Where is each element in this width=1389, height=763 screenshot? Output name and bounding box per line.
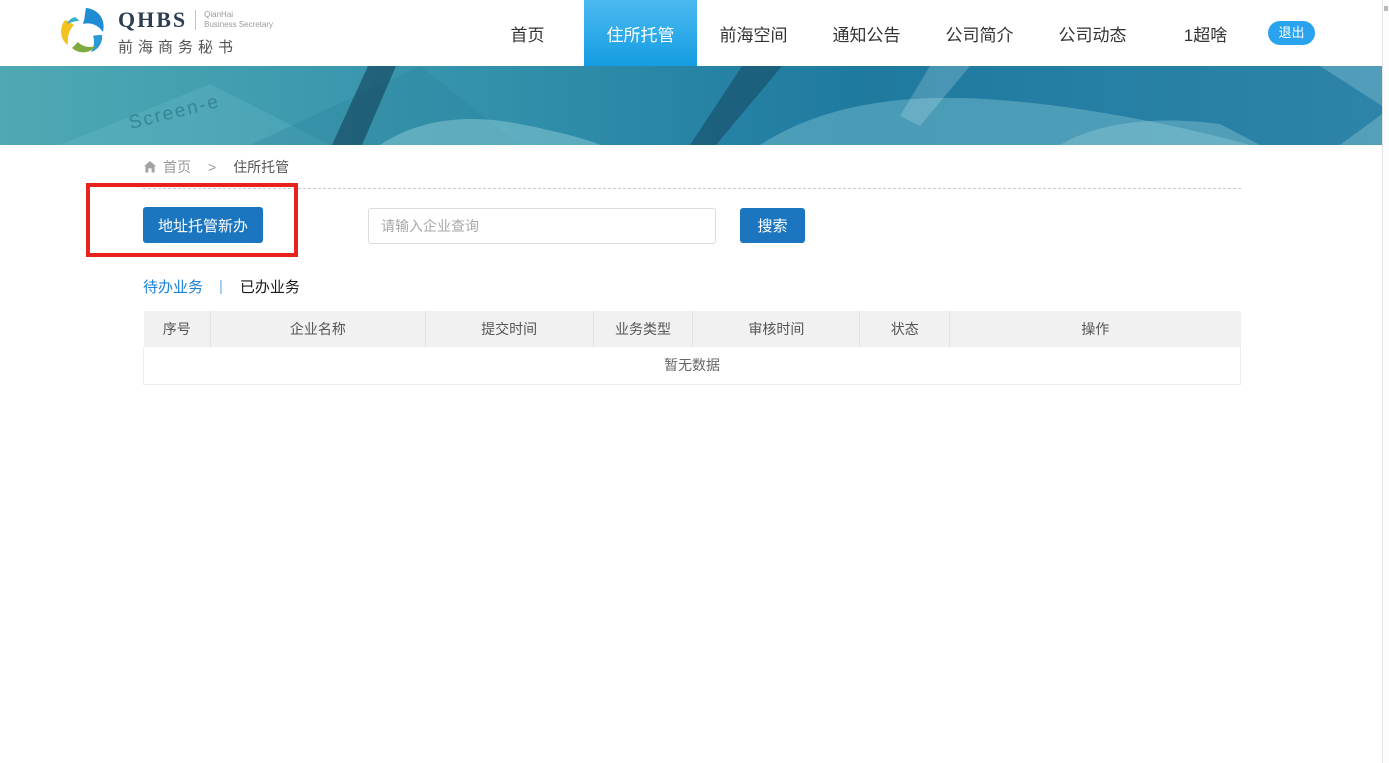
table-row: 暂无数据 [144,347,1241,384]
nav-item-username[interactable]: 1超啥 [1149,0,1262,66]
nav-item-qianhai-space[interactable]: 前海空间 [697,0,810,66]
logo[interactable]: QHBS QianHai Business Secretary 前海商务秘书 [58,7,273,57]
nav-item-company-profile[interactable]: 公司简介 [923,0,1036,66]
new-address-hosting-button[interactable]: 地址托管新办 [143,207,263,243]
col-review-time: 审核时间 [693,311,860,347]
page: QHBS QianHai Business Secretary 前海商务秘书 首… [0,0,1389,763]
logo-abbr: QHBS [118,7,187,33]
tab-pending-business[interactable]: 待办业务 [143,276,203,297]
breadcrumb-home[interactable]: 首页 [163,157,191,177]
tab-done-business[interactable]: 已办业务 [240,276,300,297]
logo-swirl-icon [58,7,110,57]
col-actions: 操作 [950,311,1241,347]
nav-item-home[interactable]: 首页 [471,0,584,66]
nav-item-residence-hosting[interactable]: 住所托管 [584,0,697,66]
business-table: 序号 企业名称 提交时间 业务类型 审核时间 状态 操作 暂无数据 [143,311,1241,385]
top-header: QHBS QianHai Business Secretary 前海商务秘书 首… [0,0,1382,66]
main-nav: 首页 住所托管 前海空间 通知公告 公司简介 公司动态 1超啥 退出 [471,0,1315,66]
home-icon [143,160,157,174]
breadcrumb: 首页 > 住所托管 [143,157,289,177]
breadcrumb-separator: > [208,159,216,175]
col-business-type: 业务类型 [593,311,693,347]
empty-data-cell: 暂无数据 [144,347,1241,384]
hero-banner: Screen-e [0,66,1382,145]
tab-divider: | [219,278,223,295]
scrollbar-up-arrow[interactable] [1384,6,1388,11]
enterprise-search-input[interactable] [368,208,716,244]
breadcrumb-current: 住所托管 [233,157,289,177]
col-status: 状态 [860,311,950,347]
nav-item-company-news[interactable]: 公司动态 [1036,0,1149,66]
col-submit-time: 提交时间 [425,311,593,347]
logo-text: QHBS QianHai Business Secretary 前海商务秘书 [118,7,273,57]
logo-chinese-name: 前海商务秘书 [118,36,273,57]
col-serial-number: 序号 [144,311,211,347]
dashed-divider [143,188,1241,189]
logout-button[interactable]: 退出 [1268,21,1315,45]
vertical-scrollbar[interactable] [1382,0,1389,763]
business-tabs: 待办业务 | 已办业务 [143,276,300,297]
search-button[interactable]: 搜索 [740,208,805,243]
logo-subtitle: QianHai Business Secretary [195,10,273,30]
table-header: 序号 企业名称 提交时间 业务类型 审核时间 状态 操作 [144,311,1241,347]
nav-item-notices[interactable]: 通知公告 [810,0,923,66]
col-enterprise-name: 企业名称 [210,311,425,347]
